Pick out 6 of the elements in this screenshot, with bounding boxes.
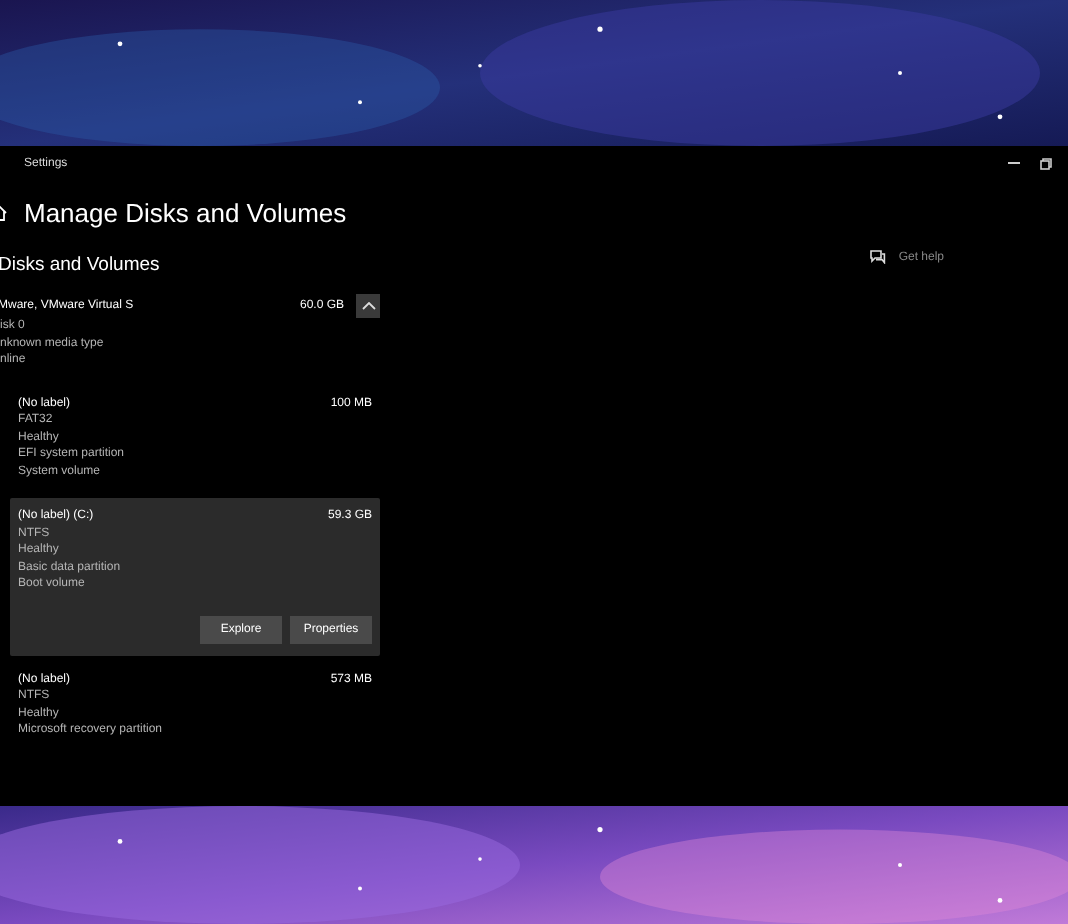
chat-icon [870,250,887,264]
collapse-button[interactable] [356,294,380,318]
page-title: Manage Disks and Volumes [24,197,347,227]
chevron-up-icon [361,302,375,310]
restore-icon[interactable] [1040,157,1052,169]
section-heading: Disks and Volumes [0,254,162,276]
